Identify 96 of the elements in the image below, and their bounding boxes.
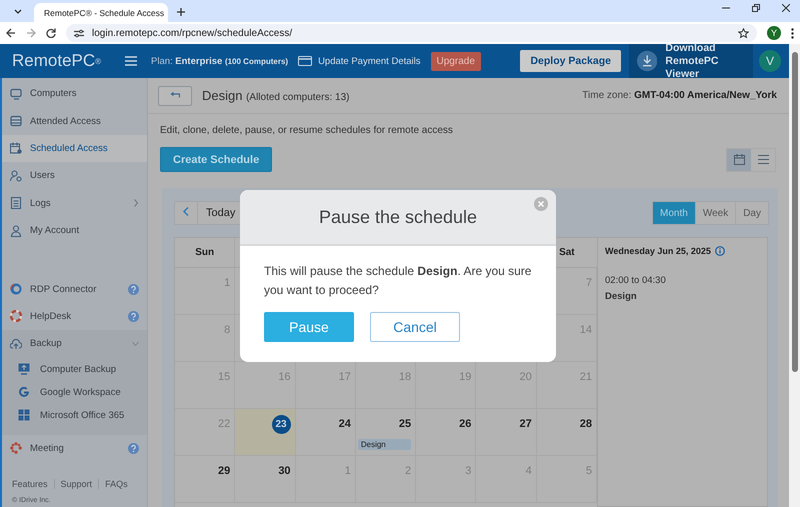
document-icon: [10, 197, 22, 210]
users-icon: [10, 170, 22, 182]
event-name[interactable]: Design: [605, 291, 760, 302]
sidebar-item[interactable]: Meeting: [2, 434, 147, 462]
download-viewer-button[interactable]: Download RemotePC Viewer: [629, 44, 753, 78]
list-view-icon: [758, 154, 768, 165]
help-icon[interactable]: [128, 442, 139, 454]
close-icon: [538, 201, 544, 207]
day-cell[interactable]: 30: [235, 456, 296, 503]
date-number[interactable]: 25: [398, 415, 412, 433]
credit-card-icon: [298, 56, 312, 66]
windows-logo-icon: [18, 409, 30, 422]
description-text: Edit, clone, delete, pause, or resume schedules for remote access: [160, 125, 454, 136]
upload-monitor-icon: [18, 363, 30, 376]
view-tab[interactable]: Week: [696, 202, 736, 224]
download-icon: [637, 50, 658, 72]
restore-icon[interactable]: [752, 4, 760, 12]
day-cell[interactable]: 27: [476, 409, 537, 456]
view-tab[interactable]: Month: [653, 202, 696, 224]
day-cell[interactable]: 24: [296, 409, 356, 456]
timezone-text: Time zone: GMT-04:00 America/New_York: [582, 90, 777, 101]
remotepc-logo[interactable]: RemotePC$^{®}$: [0, 51, 125, 71]
info-icon[interactable]: [714, 246, 725, 256]
sidebar-item[interactable]: HelpDesk: [2, 302, 147, 330]
back-button[interactable]: [158, 86, 192, 106]
calendar-view-icon: [734, 154, 744, 165]
weekday-header: Sun: [175, 238, 236, 268]
rdp-logo-icon: [10, 283, 22, 296]
update-payment-link[interactable]: Update Payment Details: [318, 56, 421, 66]
reload-icon[interactable]: [46, 28, 56, 38]
scrollbar[interactable]: [789, 44, 800, 507]
day-cell[interactable]: 25 Design: [356, 409, 416, 456]
close-icon[interactable]: [782, 4, 790, 12]
back-arrow-icon[interactable]: [6, 28, 16, 38]
date-number[interactable]: 30: [278, 462, 291, 480]
sidebar-item[interactable]: My Account: [2, 216, 147, 244]
pause-button[interactable]: Pause: [264, 312, 354, 342]
browser-tab[interactable]: RemotePC® - Schedule Access: [34, 3, 168, 22]
footer-link[interactable]: Features: [12, 479, 54, 489]
day-cell[interactable]: 29: [175, 456, 236, 503]
deploy-package-button[interactable]: Deploy Package: [520, 50, 621, 72]
view-toggle-button[interactable]: [727, 148, 751, 170]
user-avatar[interactable]: V: [759, 50, 781, 72]
sidebar-item[interactable]: Users: [2, 162, 147, 190]
date-number[interactable]: 24: [338, 415, 351, 433]
sidebar-item[interactable]: Scheduled Access: [2, 134, 147, 162]
event-time: 02:00 to 04:30: [605, 275, 667, 286]
sidebar-item[interactable]: Backup: [2, 330, 147, 358]
person-icon: [10, 224, 22, 237]
help-icon[interactable]: [128, 284, 139, 295]
chevron-left-icon: [183, 207, 189, 216]
schedule-title: Design (Alloted computers: 13): [202, 88, 350, 103]
day-cell[interactable]: 28: [536, 409, 597, 456]
today-cell[interactable]: 23: [235, 409, 296, 456]
date-number[interactable]: 29: [218, 462, 230, 480]
return-arrow-icon: [170, 92, 180, 99]
create-schedule-button[interactable]: Create Schedule: [160, 147, 272, 172]
today-date-badge[interactable]: 23: [272, 415, 291, 434]
dialog-title: Pause the schedule: [318, 206, 478, 228]
footer-link[interactable]: FAQs: [98, 479, 134, 489]
day-cell[interactable]: 26: [416, 409, 476, 456]
cancel-button[interactable]: Cancel: [370, 312, 460, 342]
site-settings-icon[interactable]: [74, 28, 84, 38]
menu-icon[interactable]: [125, 56, 137, 66]
sidebar-subitem[interactable]: Computer Backup: [2, 358, 147, 381]
footer-link[interactable]: Support: [54, 479, 98, 489]
chevron-down-icon[interactable]: [14, 8, 22, 14]
sidebar-item[interactable]: Computers: [2, 80, 147, 108]
sidebar-subitem[interactable]: Microsoft Office 365: [2, 404, 147, 427]
lifebuoy-icon: [10, 310, 22, 322]
address-bar[interactable]: login.remotepc.com/rpcnew/scheduleAccess/: [66, 24, 757, 42]
google-g-icon: [18, 386, 30, 398]
cloud-upload-icon: [10, 338, 22, 350]
upgrade-button[interactable]: Upgrade: [430, 52, 481, 70]
menu-dots-icon[interactable]: [791, 28, 794, 38]
selected-date: Wednesday Jun 25, 2025: [605, 246, 711, 256]
monitor-icon: [10, 88, 22, 100]
event-chip[interactable]: Design: [358, 439, 412, 450]
url-text: login.remotepc.com/rpcnew/scheduleAccess/: [92, 28, 292, 38]
date-number[interactable]: 27: [519, 415, 532, 433]
date-number[interactable]: 28: [580, 415, 592, 433]
sidebar-item[interactable]: Logs: [2, 190, 147, 217]
plan-info: Plan: Enterprise (100 Computers): [151, 56, 288, 66]
star-icon[interactable]: [738, 28, 749, 38]
sidebar-subitem[interactable]: Google Workspace: [2, 380, 147, 404]
new-tab-icon[interactable]: [174, 5, 188, 19]
date-number[interactable]: 26: [459, 415, 472, 433]
sidebar-item[interactable]: Attended Access: [2, 107, 147, 135]
calendar-icon: [10, 142, 22, 154]
display-icon: [10, 115, 22, 128]
sidebar-item[interactable]: RDP Connector: [2, 275, 147, 303]
view-tab[interactable]: Day: [736, 202, 768, 224]
profile-avatar[interactable]: Y: [767, 26, 781, 40]
meeting-dots-icon: [10, 442, 22, 454]
dialog-message: This will pause the schedule Design. Are you sure you want to proceed?: [263, 263, 532, 299]
help-icon[interactable]: [128, 310, 139, 322]
